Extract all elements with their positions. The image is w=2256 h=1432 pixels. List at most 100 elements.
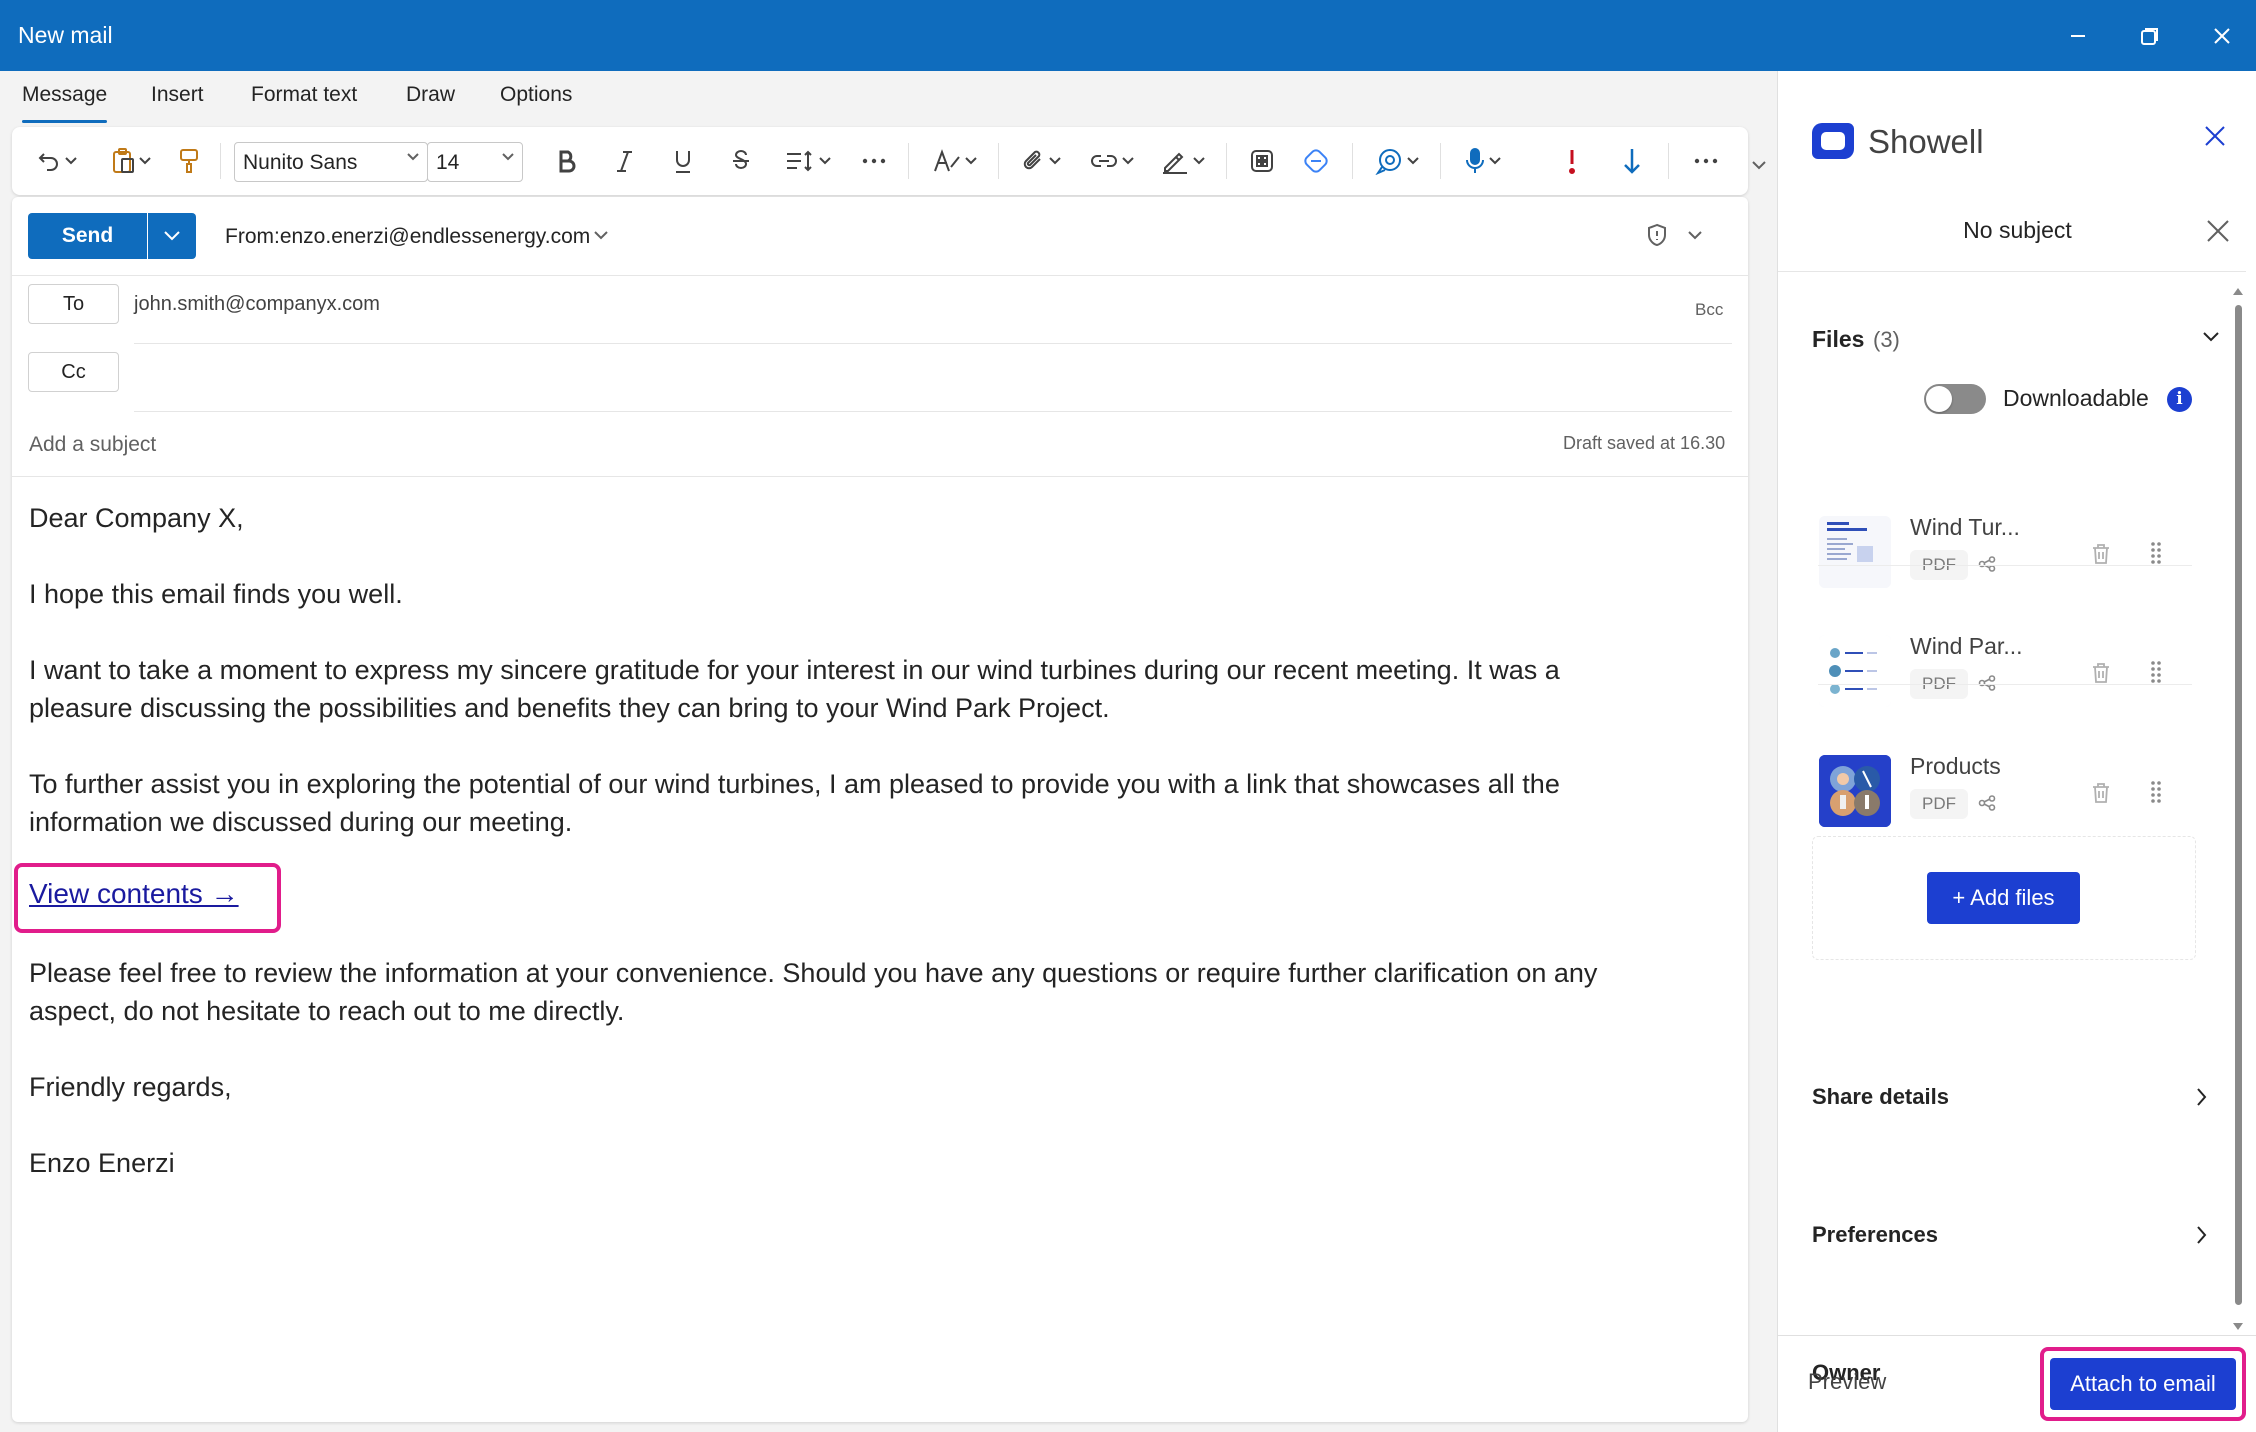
more-icon — [862, 158, 886, 164]
font-name-value: Nunito Sans — [243, 151, 358, 174]
drag-handle-icon[interactable] — [2149, 780, 2163, 804]
close-window-button[interactable] — [2202, 16, 2242, 56]
chevron-right-icon[interactable] — [2196, 1087, 2208, 1107]
share-icon — [1978, 556, 1996, 572]
showell-logo — [1812, 123, 1854, 159]
preview-button[interactable]: Preview — [1808, 1369, 1886, 1395]
restore-button[interactable] — [2130, 16, 2170, 56]
font-size-select[interactable]: 14 — [427, 142, 523, 182]
tab-options[interactable]: Options — [500, 83, 572, 123]
chevron-down-icon — [502, 153, 514, 161]
drag-handle-icon[interactable] — [2149, 541, 2163, 565]
brand-name: Showell — [1868, 123, 1984, 160]
chevron-down-icon[interactable] — [594, 231, 608, 241]
files-heading: Files — [1812, 326, 1865, 352]
low-importance-button[interactable] — [1612, 127, 1652, 195]
to-field[interactable]: john.smith@companyx.com — [134, 293, 380, 316]
panel-subject: No subject — [1963, 217, 2072, 243]
attach-file-button[interactable] — [1016, 127, 1068, 195]
italic-icon — [617, 151, 632, 172]
body-signature: Enzo Enerzi — [29, 1148, 175, 1178]
scroll-down-icon[interactable] — [2233, 1323, 2243, 1331]
tab-format-text[interactable]: Format text — [251, 83, 357, 123]
font-name-select[interactable]: Nunito Sans — [234, 142, 428, 182]
scrollbar-thumb[interactable] — [2235, 305, 2242, 1305]
file-item[interactable]: Wind Par... PDF — [1806, 607, 2214, 725]
subject-input[interactable]: Add a subject — [29, 433, 156, 457]
chevron-down-icon[interactable] — [2202, 331, 2220, 343]
showell-addin-button[interactable] — [1296, 127, 1336, 195]
body-paragraph-1: I hope this email finds you well. — [29, 579, 403, 609]
tab-insert[interactable]: Insert — [151, 83, 204, 123]
preferences-section[interactable]: Preferences — [1812, 1222, 1938, 1248]
bcc-button[interactable]: Bcc — [1695, 300, 1723, 320]
dictate-button[interactable] — [1456, 127, 1510, 195]
panel-scrollbar[interactable] — [2233, 287, 2243, 1337]
underline-button[interactable] — [663, 127, 703, 195]
chevron-down-icon — [819, 157, 831, 165]
more-options-button[interactable] — [1684, 127, 1728, 195]
from-email: enzo.enerzi@endlessenergy.com — [279, 225, 591, 248]
showell-icon — [1304, 149, 1328, 173]
undo-button[interactable] — [32, 127, 82, 195]
file-item[interactable]: Wind Tur... PDF — [1806, 488, 2214, 606]
body-paragraph-4-line-1: Please feel free to review the informati… — [29, 958, 1598, 988]
arrow-down-icon — [1624, 149, 1640, 174]
file-name: Wind Par... — [1910, 633, 2023, 659]
chevron-down-icon — [1122, 157, 1134, 165]
strikethrough-button[interactable] — [721, 127, 761, 195]
drag-handle-icon[interactable] — [2149, 660, 2163, 684]
draft-status: Draft saved at 16.30 — [1563, 433, 1726, 453]
downloadable-toggle[interactable] — [1924, 384, 1986, 414]
editor-button[interactable] — [926, 127, 984, 195]
trash-icon[interactable] — [2091, 782, 2111, 804]
attach-highlight-box — [2040, 1347, 2246, 1421]
close-icon[interactable] — [2206, 219, 2230, 243]
more-format-button[interactable] — [854, 127, 894, 195]
format-painter-button[interactable] — [172, 127, 206, 195]
body-closing: Friendly regards, — [29, 1072, 232, 1102]
sensitivity-shield-icon[interactable] — [1646, 223, 1668, 247]
paste-button[interactable] — [105, 127, 157, 195]
info-icon[interactable]: i — [2167, 387, 2192, 412]
file-thumbnail — [1819, 635, 1891, 707]
signature-button[interactable] — [1155, 127, 1211, 195]
title-bar: New mail — [0, 0, 2256, 71]
chevron-down-icon[interactable] — [1752, 161, 1766, 171]
tab-draw[interactable]: Draw — [406, 83, 455, 123]
send-options-button[interactable] — [148, 213, 196, 259]
link-icon — [1091, 155, 1117, 167]
high-importance-button[interactable] — [1552, 127, 1592, 195]
line-spacing-button[interactable] — [780, 127, 836, 195]
file-item[interactable]: Products PDF — [1806, 727, 2214, 845]
format-painter-icon — [180, 149, 198, 173]
send-button[interactable]: Send — [28, 213, 147, 259]
minimize-button[interactable] — [2058, 16, 2098, 56]
body-paragraph-4-line-2: aspect, do not hesitate to reach out to … — [29, 996, 625, 1026]
trash-icon[interactable] — [2091, 662, 2111, 684]
share-icon — [1978, 675, 1996, 691]
body-paragraph-2-line-2: pleasure discussing the possibilities an… — [29, 693, 1110, 723]
from-field[interactable]: From:enzo.enerzi@endlessenergy.com — [225, 225, 590, 249]
insert-link-button[interactable] — [1083, 127, 1141, 195]
chevron-down-icon[interactable] — [1688, 231, 1702, 241]
scroll-up-icon[interactable] — [2233, 287, 2243, 295]
trash-icon[interactable] — [2091, 543, 2111, 565]
italic-button[interactable] — [604, 127, 644, 195]
close-icon[interactable] — [2204, 125, 2226, 147]
bold-button[interactable] — [546, 127, 586, 195]
compose-area: Message Insert Format text Draw Options … — [0, 71, 1776, 1432]
share-icon — [1978, 795, 1996, 811]
copilot-button[interactable] — [1368, 127, 1426, 195]
to-button[interactable]: To — [28, 284, 119, 324]
cc-button[interactable]: Cc — [28, 352, 119, 392]
tab-message[interactable]: Message — [22, 83, 108, 123]
share-details-section[interactable]: Share details — [1812, 1084, 1949, 1110]
files-count: (3) — [1873, 327, 1900, 352]
apps-button[interactable] — [1242, 127, 1282, 195]
underline-icon — [676, 151, 690, 173]
add-files-button[interactable]: + Add files — [1927, 872, 2080, 924]
chat-icon — [1375, 149, 1401, 175]
chevron-right-icon[interactable] — [2196, 1225, 2208, 1245]
showell-panel: Showell No subject Files (3) Downloadabl… — [1777, 71, 2256, 1432]
